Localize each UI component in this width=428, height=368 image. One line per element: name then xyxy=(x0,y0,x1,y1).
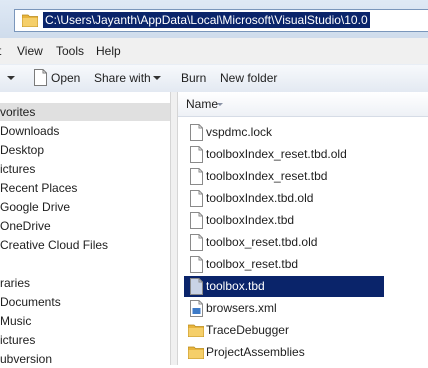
nav-item-label: OneDrive xyxy=(0,219,51,233)
open-file-icon xyxy=(34,69,47,86)
file-row[interactable]: browsers.xml xyxy=(184,298,384,319)
burn-button[interactable]: Burn xyxy=(181,71,206,85)
file-row[interactable]: ProjectAssemblies xyxy=(184,342,384,363)
file-icon xyxy=(190,212,203,229)
nav-item-label: Documents xyxy=(0,295,61,309)
nav-item-creative-cloud-files[interactable]: Creative Cloud Files xyxy=(0,236,108,254)
file-row[interactable]: toolboxIndex_reset.tbd xyxy=(184,166,384,187)
file-row[interactable]: toolbox.tbd xyxy=(184,276,384,297)
file-name: TraceDebugger xyxy=(206,323,289,337)
file-name: browsers.xml xyxy=(206,301,277,315)
nav-item-libraries[interactable]: raries xyxy=(0,274,30,292)
file-name: toolbox_reset.tbd xyxy=(206,257,299,271)
nav-item-downloads[interactable]: Downloads xyxy=(0,122,59,140)
nav-item-label: vorites xyxy=(0,105,36,119)
file-row[interactable]: toolboxIndex.tbd.old xyxy=(184,188,384,209)
menu-bar: t View Tools Help xyxy=(0,38,428,64)
nav-item-documents[interactable]: Documents xyxy=(0,293,61,311)
file-icon xyxy=(190,146,203,163)
nav-item-pictures-library[interactable]: ictures xyxy=(0,331,35,349)
file-row[interactable]: toolbox_reset.tbd xyxy=(184,254,384,275)
file-row[interactable]: toolboxIndex_reset.tbd.old xyxy=(184,144,384,165)
nav-item-recent-places[interactable]: Recent Places xyxy=(0,179,77,197)
file-row[interactable]: toolbox_reset.tbd.old xyxy=(184,232,384,253)
nav-item-onedrive[interactable]: OneDrive xyxy=(0,217,51,235)
navigation-pane: vorites Downloads Desktop ictures Recent… xyxy=(0,92,170,368)
open-button[interactable]: Open xyxy=(51,71,80,85)
menu-help[interactable]: Help xyxy=(96,44,121,58)
file-icon xyxy=(190,234,203,251)
share-with-button[interactable]: Share with xyxy=(94,71,151,85)
file-name: toolboxIndex.tbd xyxy=(206,213,295,227)
nav-item-label: ictures xyxy=(0,333,36,347)
nav-item-label: Creative Cloud Files xyxy=(0,238,109,252)
nav-item-subversion[interactable]: ubversion xyxy=(0,350,52,368)
new-folder-button[interactable]: New folder xyxy=(220,71,277,85)
nav-item-label: Downloads xyxy=(0,124,60,138)
file-icon xyxy=(190,278,203,295)
address-bar: C:\Users\Jayanth\AppData\Local\Microsoft… xyxy=(0,0,428,39)
file-row[interactable]: toolboxIndex.tbd xyxy=(184,210,384,231)
file-icon xyxy=(190,168,203,185)
folder-icon xyxy=(22,14,38,27)
file-row[interactable]: vspdmc.lock xyxy=(184,122,384,143)
nav-item-label: ictures xyxy=(0,162,36,176)
nav-item-label: Recent Places xyxy=(0,181,78,195)
nav-item-label: Desktop xyxy=(0,143,45,157)
pane-splitter[interactable] xyxy=(170,92,178,365)
file-icon xyxy=(190,124,203,141)
nav-item-music[interactable]: Music xyxy=(0,312,31,330)
nav-item-google-drive[interactable]: Google Drive xyxy=(0,198,70,216)
file-name: toolboxIndex_reset.tbd.old xyxy=(206,147,347,161)
file-icon xyxy=(190,256,203,273)
address-path[interactable]: C:\Users\Jayanth\AppData\Local\Microsoft… xyxy=(43,12,370,28)
file-icon xyxy=(190,190,203,207)
nav-item-pictures[interactable]: ictures xyxy=(0,160,35,178)
nav-item-label: Google Drive xyxy=(0,200,71,214)
nav-item-label: Music xyxy=(0,314,32,328)
nav-item-favorites[interactable]: vorites xyxy=(0,103,170,121)
nav-item-desktop[interactable]: Desktop xyxy=(0,141,44,159)
nav-item-label: raries xyxy=(0,276,31,290)
file-name: toolbox_reset.tbd.old xyxy=(206,235,318,249)
file-name: vspdmc.lock xyxy=(206,125,273,139)
file-row[interactable]: TraceDebugger xyxy=(184,320,384,341)
menu-tools[interactable]: Tools xyxy=(56,44,84,58)
column-header-label: Name xyxy=(186,97,219,111)
toolbar: Open Share with Burn New folder xyxy=(0,64,428,93)
menu-edit[interactable]: t xyxy=(0,44,1,58)
folder-icon xyxy=(188,346,204,359)
file-name: toolbox.tbd xyxy=(206,279,265,293)
file-name: toolboxIndex.tbd.old xyxy=(206,191,314,205)
file-name: ProjectAssemblies xyxy=(206,345,305,359)
sort-arrow-icon xyxy=(217,103,223,106)
address-field[interactable]: C:\Users\Jayanth\AppData\Local\Microsoft… xyxy=(14,9,428,32)
organize-dropdown-icon[interactable] xyxy=(7,76,15,80)
column-header-name[interactable]: Name xyxy=(178,92,428,117)
file-name: toolboxIndex_reset.tbd xyxy=(206,169,328,183)
share-with-dropdown-icon[interactable] xyxy=(153,76,161,80)
menu-view[interactable]: View xyxy=(17,44,43,58)
nav-item-label: ubversion xyxy=(0,352,53,366)
xml-file-icon xyxy=(190,300,203,317)
file-list: Name vspdmc.lock toolboxIndex_reset.tbd.o… xyxy=(178,92,428,365)
folder-icon xyxy=(188,324,204,337)
